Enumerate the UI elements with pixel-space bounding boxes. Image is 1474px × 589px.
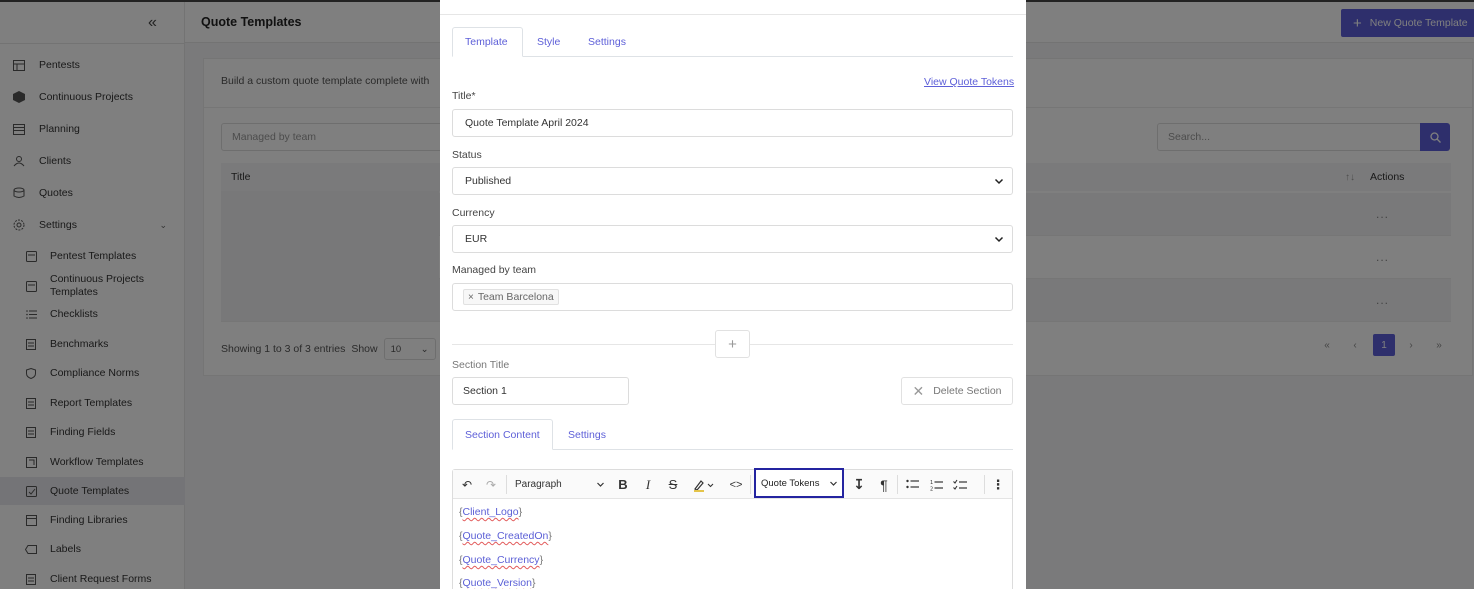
quote-template-modal: Template Style Settings View Quote Token… <box>440 0 1026 589</box>
currency-value: EUR <box>465 233 488 245</box>
managed-by-team-label: Managed by team <box>452 264 537 276</box>
view-quote-tokens-link[interactable]: View Quote Tokens <box>924 76 1014 88</box>
currency-label: Currency <box>452 207 495 219</box>
insert-break-icon[interactable]: ↧ <box>849 470 869 499</box>
editor-token-line[interactable]: {Quote_CreatedOn} <box>459 530 552 542</box>
tab-section-content[interactable]: Section Content <box>452 419 553 450</box>
toolbar-separator <box>897 475 898 494</box>
toolbar-separator <box>750 475 751 494</box>
token-text: Client_Logo <box>462 506 519 518</box>
undo-icon[interactable]: ↶ <box>457 470 477 499</box>
quote-tokens-label: Quote Tokens <box>761 477 820 489</box>
tab-style[interactable]: Style <box>525 27 572 57</box>
tab-settings[interactable]: Settings <box>576 27 638 57</box>
plus-icon: + <box>728 335 737 353</box>
bold-icon[interactable]: B <box>613 470 633 499</box>
token-text: Quote_Currency <box>462 554 540 566</box>
numbered-list-icon[interactable]: 12 <box>926 470 946 499</box>
tab-section-settings[interactable]: Settings <box>556 419 618 450</box>
section-title-input[interactable]: Section 1 <box>452 377 629 405</box>
todo-list-icon[interactable] <box>950 470 970 499</box>
highlight-icon[interactable] <box>688 470 720 499</box>
pilcrow-icon[interactable]: ¶ <box>874 470 894 499</box>
modal-tabs: Template Style Settings <box>452 27 1013 57</box>
managed-by-team-select[interactable]: × Team Barcelona <box>452 283 1013 311</box>
rich-text-editor: ↶ ↷ Paragraph B I S <> Quote Tokens ↧ ¶ <box>452 468 1013 589</box>
tab-template[interactable]: Template <box>452 27 523 57</box>
status-value: Published <box>465 175 512 187</box>
svg-text:1: 1 <box>930 480 933 486</box>
redo-icon[interactable]: ↷ <box>481 470 501 499</box>
team-chip: × Team Barcelona <box>463 289 559 305</box>
delete-section-button[interactable]: ✕ Delete Section <box>901 377 1013 405</box>
token-text: Quote_CreatedOn <box>462 530 549 542</box>
paragraph-style-select[interactable]: Paragraph <box>515 470 607 499</box>
italic-icon[interactable]: I <box>638 470 658 499</box>
more-options-icon[interactable]: ⋮ <box>988 470 1008 499</box>
token-text: Quote_Version <box>462 577 532 589</box>
chevron-down-icon <box>830 481 837 486</box>
svg-text:2: 2 <box>930 486 933 491</box>
currency-select[interactable]: EUR <box>452 225 1013 253</box>
editor-token-line[interactable]: {Quote_Currency} <box>459 554 543 566</box>
delete-section-label: Delete Section <box>933 385 1002 397</box>
title-label: Title* <box>452 90 476 102</box>
code-icon[interactable]: <> <box>725 470 747 499</box>
remove-chip-icon[interactable]: × <box>468 292 474 303</box>
modal-header-divider <box>440 14 1026 15</box>
section-title-label: Section Title <box>452 359 510 371</box>
title-input[interactable]: Quote Template April 2024 <box>452 109 1013 137</box>
add-section-button[interactable]: + <box>715 330 750 358</box>
chevron-down-icon <box>994 178 1004 185</box>
editor-token-line[interactable]: {Client_Logo} <box>459 506 522 518</box>
team-chip-label: Team Barcelona <box>477 291 554 303</box>
chevron-down-icon <box>994 236 1004 243</box>
section-tabs: Section Content Settings <box>452 419 1013 450</box>
editor-token-line[interactable]: {Quote_Version} <box>459 577 536 589</box>
strikethrough-icon[interactable]: S <box>663 470 683 499</box>
close-icon: ✕ <box>912 382 925 399</box>
editor-toolbar: ↶ ↷ Paragraph B I S <> Quote Tokens ↧ ¶ <box>453 468 1012 499</box>
toolbar-separator <box>506 475 507 494</box>
quote-tokens-dropdown[interactable]: Quote Tokens <box>754 468 844 498</box>
toolbar-separator <box>984 475 985 494</box>
status-label: Status <box>452 149 482 161</box>
paragraph-style-value: Paragraph <box>515 479 562 490</box>
bulleted-list-icon[interactable] <box>902 470 922 499</box>
chevron-down-icon <box>597 482 604 487</box>
status-select[interactable]: Published <box>452 167 1013 195</box>
